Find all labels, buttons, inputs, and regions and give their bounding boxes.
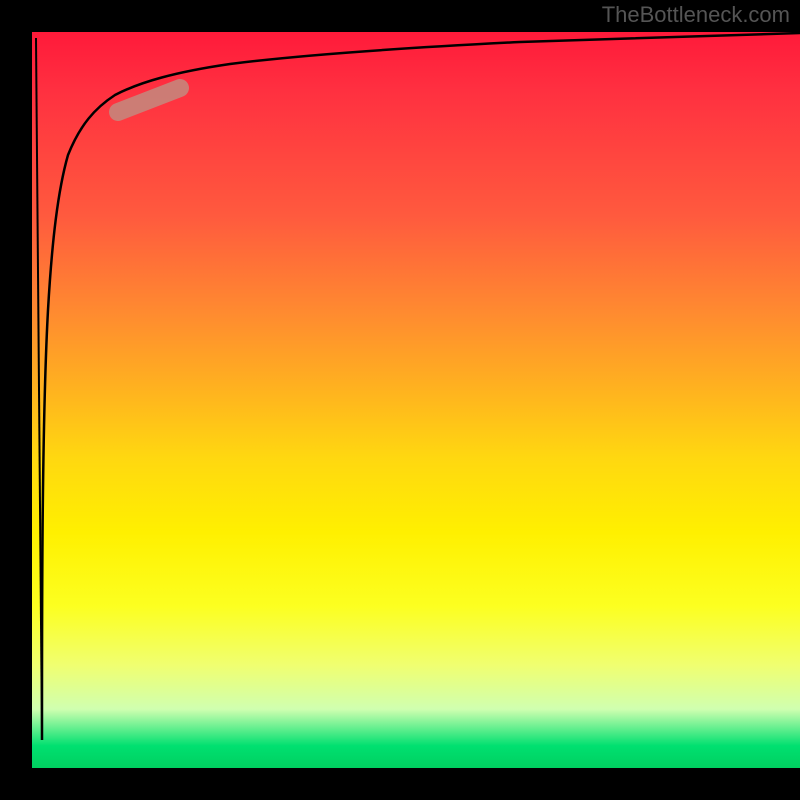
axis-bottom-border: [0, 768, 800, 800]
axis-left-border: [0, 0, 32, 800]
plot-gradient-background: [32, 32, 800, 768]
watermark-text: TheBottleneck.com: [602, 2, 790, 28]
